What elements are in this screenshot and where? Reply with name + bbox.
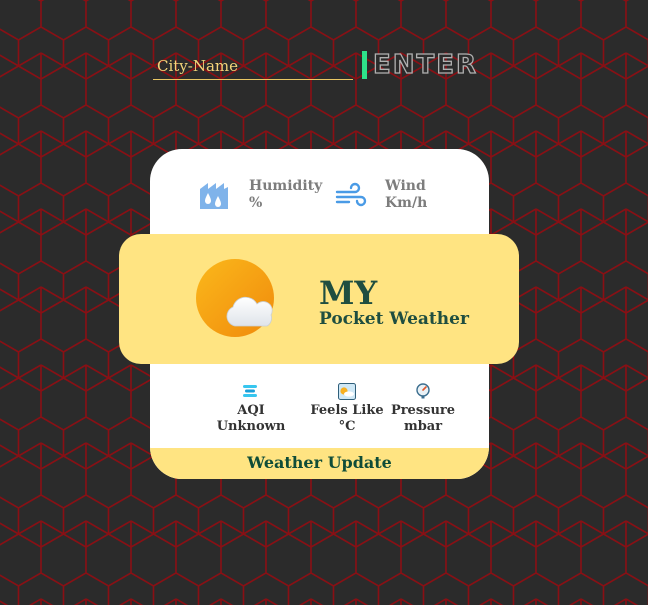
weather-update-footer: Weather Update bbox=[150, 448, 489, 479]
enter-button[interactable]: ENTER bbox=[362, 50, 479, 80]
aqi-value: Unknown bbox=[216, 419, 286, 434]
humidity-unit: % bbox=[249, 195, 263, 211]
pressure-stat: Pressure mbar bbox=[383, 403, 463, 435]
main-weather-banner: MY Pocket Weather bbox=[119, 234, 519, 364]
aqi-stat: AQI Unknown bbox=[211, 403, 291, 435]
sun-cloud-icon bbox=[196, 259, 274, 337]
aqi-icon bbox=[243, 385, 257, 397]
feels-like-stat: Feels Like °C bbox=[307, 403, 387, 435]
humidity-icon bbox=[200, 183, 228, 209]
feels-like-icon bbox=[338, 383, 356, 400]
banner-subtitle: Pocket Weather bbox=[319, 309, 469, 329]
city-name-input[interactable] bbox=[153, 52, 353, 80]
wind-stat: Wind Km/h bbox=[385, 178, 427, 212]
pressure-unit: mbar bbox=[403, 419, 443, 434]
aqi-label: AQI bbox=[237, 403, 265, 418]
humidity-stat: Humidity % bbox=[249, 178, 322, 212]
pressure-label: Pressure bbox=[390, 403, 456, 418]
wind-label: Wind bbox=[385, 178, 426, 194]
wind-icon bbox=[335, 182, 367, 207]
feels-like-unit: °C bbox=[338, 419, 356, 434]
wind-unit: Km/h bbox=[385, 195, 428, 211]
pressure-gauge-icon bbox=[416, 383, 430, 399]
banner-title: MY bbox=[319, 274, 378, 312]
humidity-label: Humidity bbox=[249, 178, 323, 194]
feels-like-label: Feels Like bbox=[310, 403, 384, 418]
enter-button-label: ENTER bbox=[372, 50, 479, 80]
